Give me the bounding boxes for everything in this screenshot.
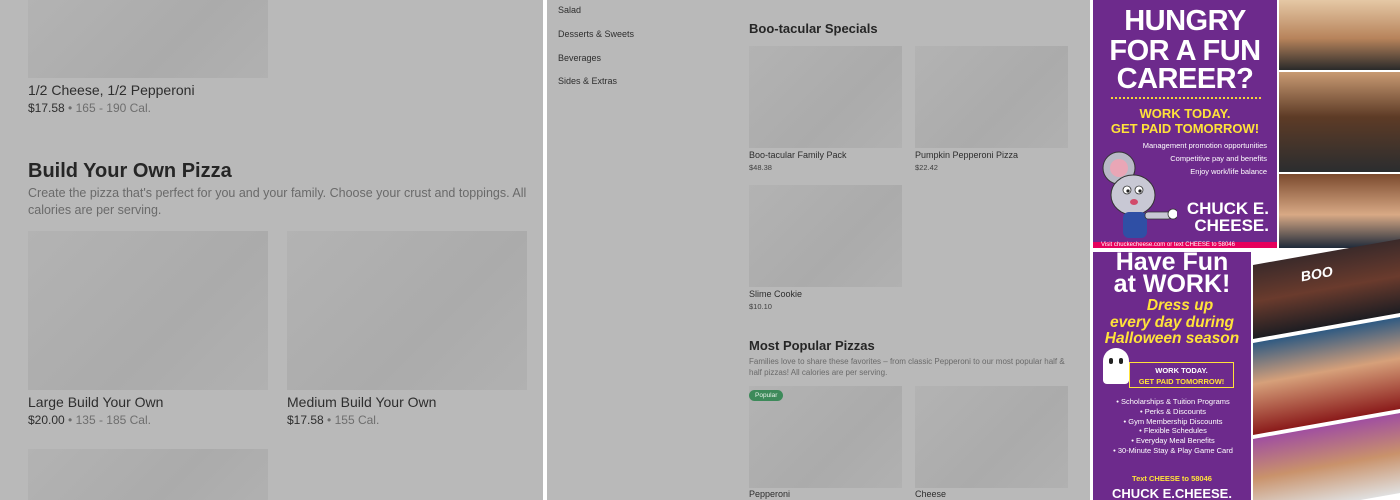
item-price: $17.58: [287, 413, 324, 427]
ad-headline: FOR A FUN: [1109, 35, 1261, 67]
ad-headline: at WORK!: [1113, 270, 1231, 298]
ad-brand: CHUCK E.CHEESE.: [1112, 486, 1232, 500]
item-name[interactable]: Large Build Your Own: [28, 394, 163, 410]
ad-headline: CAREER?: [1116, 63, 1254, 95]
item-calories: 165 - 190 Cal.: [75, 101, 151, 115]
category-nav-sides[interactable]: Sides & Extras: [558, 76, 617, 86]
employee-photo: [1279, 72, 1400, 172]
ad-benefit: • Everyday Meal Benefits: [1131, 436, 1215, 446]
menu-panel-middle: Salad Desserts & Sweets Beverages Sides …: [547, 0, 1090, 500]
item-calories: 155 Cal.: [334, 413, 380, 427]
item-image[interactable]: [749, 386, 902, 488]
ad-offer-line: WORK TODAY.: [1155, 366, 1208, 375]
item-image[interactable]: [749, 46, 902, 148]
item-image[interactable]: [749, 185, 902, 287]
category-nav-salad[interactable]: Salad: [558, 5, 581, 15]
ad-bottom-banner[interactable]: Have Fun at WORK! Dress up every day dur…: [1093, 252, 1251, 500]
item-price: $48.38: [749, 163, 772, 172]
item-calories: 135 - 185 Cal.: [75, 413, 151, 427]
advertisement[interactable]: HUNGRY FOR A FUN CAREER? WORK TODAY. GET…: [1093, 0, 1400, 500]
item-image[interactable]: [28, 0, 268, 78]
section-title: Boo-tacular Specials: [749, 21, 878, 36]
item-image[interactable]: [28, 231, 268, 390]
dotted-divider: [1111, 97, 1261, 99]
item-image[interactable]: [915, 46, 1068, 148]
employee-photo: [1279, 0, 1400, 70]
item-name[interactable]: Cheese: [915, 489, 946, 499]
item-image[interactable]: [28, 449, 268, 500]
item-price: $10.10: [749, 302, 772, 311]
section-description: Create the pizza that's perfect for you …: [28, 186, 527, 217]
ad-tagline: Halloween season: [1104, 330, 1240, 347]
item-name[interactable]: Pumpkin Pepperoni Pizza: [915, 150, 1018, 160]
employee-photo: [1279, 174, 1400, 248]
separator: •: [327, 413, 332, 427]
ad-benefits-list: • Scholarships & Tuition Programs • Perk…: [1099, 397, 1247, 456]
ad-offer-line: GET PAID TOMORROW!: [1138, 377, 1225, 386]
ad-benefit: • 30-Minute Stay & Play Game Card: [1113, 445, 1233, 455]
separator: •: [68, 101, 73, 115]
item-name[interactable]: Medium Build Your Own: [287, 394, 436, 410]
ad-benefit: • Flexible Schedules: [1139, 426, 1207, 436]
ad-tagline: GET PAID TOMORROW!: [1110, 121, 1260, 136]
item-name[interactable]: Slime Cookie: [749, 289, 802, 299]
ad-cta-text: Text CHEESE to 58046: [1132, 474, 1212, 483]
item-price-calories: $17.58 • 165 - 190 Cal.: [28, 101, 151, 115]
popular-badge: Popular: [749, 390, 784, 401]
separator: •: [68, 413, 73, 427]
boo-sign: BOO: [1301, 262, 1333, 285]
ad-top-banner[interactable]: HUNGRY FOR A FUN CAREER? WORK TODAY. GET…: [1093, 0, 1277, 248]
item-image[interactable]: [287, 231, 527, 390]
ad-offer-box: WORK TODAY. GET PAID TOMORROW!: [1129, 362, 1234, 388]
item-price: $17.58: [28, 101, 65, 115]
category-nav-beverages[interactable]: Beverages: [558, 53, 601, 63]
mascot-mouse-icon: [1102, 151, 1177, 238]
ad-benefit: • Scholarships & Tuition Programs: [1116, 397, 1230, 406]
category-nav-desserts[interactable]: Desserts & Sweets: [558, 29, 634, 39]
ad-tagline: Dress up: [1146, 297, 1214, 314]
item-price: $22.42: [915, 163, 938, 172]
item-price-calories: $20.00 • 135 - 185 Cal.: [28, 413, 151, 427]
ad-bullet: Management promotion opportunities: [1142, 141, 1267, 150]
ad-headline: HUNGRY: [1124, 5, 1246, 37]
ad-brand: CHEESE.: [1194, 216, 1269, 235]
ad-bullet: Competitive pay and benefits: [1170, 154, 1267, 163]
item-name[interactable]: Boo-tacular Family Pack: [749, 150, 847, 160]
section-title: Build Your Own Pizza: [28, 160, 232, 182]
ad-brand: CHUCK E.: [1186, 199, 1269, 218]
ad-tagline: every day during: [1109, 314, 1235, 331]
item-name[interactable]: Pepperoni: [749, 489, 790, 499]
section-title: Most Popular Pizzas: [749, 338, 875, 353]
ad-tagline: WORK TODAY.: [1139, 106, 1231, 121]
ad-benefit: • Gym Membership Discounts: [1123, 416, 1223, 426]
item-price-calories: $17.58 • 155 Cal.: [287, 413, 379, 427]
ghost-icon: [1103, 348, 1129, 384]
ad-benefit: • Perks & Discounts: [1140, 406, 1206, 416]
ad-visit-text: Visit chuckecheese.com or text CHEESE to…: [1101, 242, 1235, 248]
item-price: $20.00: [28, 413, 65, 427]
menu-panel-left: 1/2 Cheese, 1/2 Pepperoni $17.58 • 165 -…: [0, 0, 543, 500]
section-description: Families love to share these favorites –…: [749, 357, 1065, 377]
item-name[interactable]: 1/2 Cheese, 1/2 Pepperoni: [28, 82, 195, 98]
item-image[interactable]: [915, 386, 1068, 488]
ad-bullet: Enjoy work/life balance: [1190, 167, 1267, 176]
